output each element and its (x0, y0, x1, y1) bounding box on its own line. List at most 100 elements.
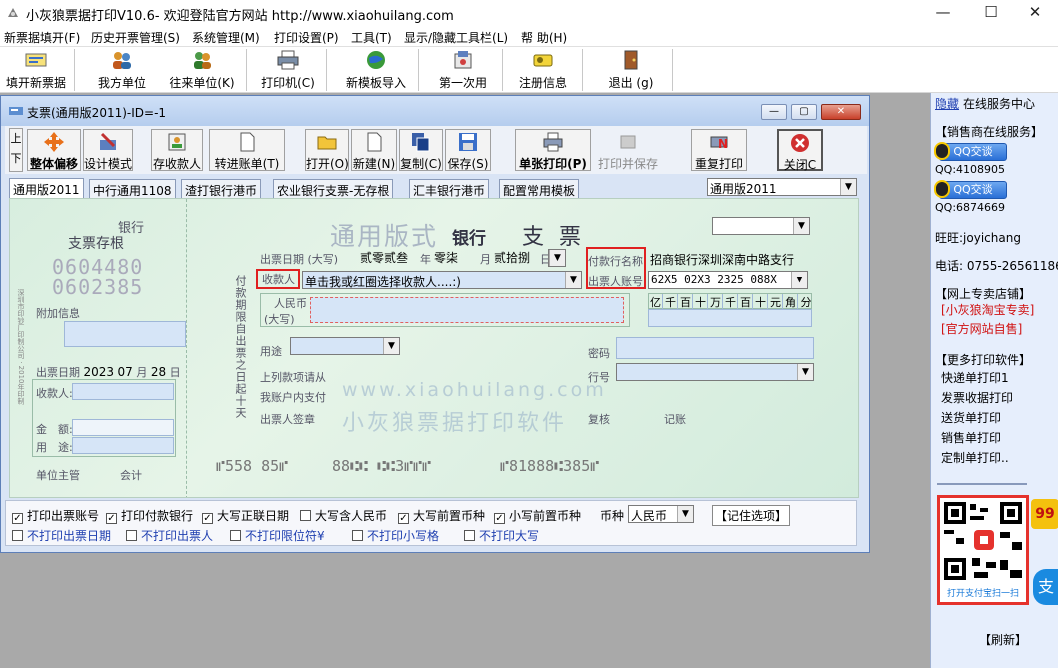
watermark-brand: 小灰狼票据打印软件 (342, 411, 568, 436)
amount-words-field[interactable] (310, 297, 624, 323)
new-button[interactable]: 新建(N) (351, 129, 397, 171)
hide-sidebar-link[interactable]: 隐藏 (935, 97, 959, 111)
option-no-print-drawer[interactable]: 不打印出票人 (126, 527, 213, 544)
minimize-button[interactable]: — (920, 0, 966, 26)
doc-minimize-button[interactable]: — (761, 104, 787, 120)
unit-cell: 十 (755, 294, 768, 310)
option-print-bank[interactable]: ✓ 打印付款银行 (106, 507, 193, 524)
menu-tools[interactable]: 工具(T) (351, 29, 392, 46)
above-amount-label: 上列款项请从 (260, 371, 326, 384)
password-label: 密码 (588, 347, 610, 360)
key-icon (532, 50, 554, 70)
copy-button[interactable]: 复制(C) (399, 129, 443, 171)
option-no-print-digits-grid[interactable]: 不打印小写格 (352, 527, 439, 544)
option-upper-with-rmb[interactable]: 大写含人民币 (300, 507, 387, 524)
chevron-down-icon: ▼ (793, 218, 809, 234)
checkbox: ✓ (106, 513, 117, 524)
software-link[interactable]: 送货单打印 (941, 409, 1001, 426)
stub-amount-field[interactable] (72, 419, 174, 436)
close-document-button[interactable]: 关闭C (777, 129, 823, 172)
daxie-label: (大写) (264, 313, 295, 326)
password-field[interactable] (616, 337, 814, 359)
option-no-print-limit-symbol[interactable]: 不打印限位符¥ (230, 527, 325, 544)
design-mode-label: 设计模式 (84, 157, 133, 171)
scroll-arrows[interactable]: 上 下 (9, 128, 23, 172)
to-deposit-slip-button[interactable]: 转进账单(T) (209, 129, 285, 171)
option-upper-date[interactable]: ✓ 大写正联日期 (202, 507, 289, 524)
offset-button[interactable]: 整体偏移 (27, 129, 81, 171)
my-company-button[interactable]: 我方单位 (90, 47, 154, 93)
tab-generic-2011[interactable]: 通用版2011 (9, 178, 84, 198)
date-year: 贰零贰叁 (360, 251, 409, 265)
menu-print-settings[interactable]: 打印设置(P) (274, 29, 339, 46)
save-payee-button[interactable]: 存收款人 (151, 129, 203, 171)
currency-select[interactable]: 人民币 ▼ (628, 505, 694, 523)
payment-period-note: 付款期限自出票之日起十天 (234, 275, 247, 419)
open-button[interactable]: 打开(O) (305, 129, 349, 171)
option-upper-currency-prefix[interactable]: ✓ 大写前置币种 (398, 507, 485, 524)
stub-use-field[interactable] (72, 437, 174, 454)
menu-toggle-toolbar[interactable]: 显示/隐藏工具栏(L) (404, 29, 508, 46)
exit-button[interactable]: 退出 (g) (596, 47, 666, 93)
stub-payee-field[interactable] (72, 383, 174, 400)
menu-help[interactable]: 帮 助(H) (521, 29, 567, 46)
new-bill-button[interactable]: 填开新票据 (2, 47, 70, 93)
menu-history[interactable]: 历史开票管理(S) (91, 29, 180, 46)
import-template-button[interactable]: 新模板导入 (338, 47, 414, 93)
taobao-shop-link[interactable]: [小灰狼淘宝专卖] (941, 301, 1034, 318)
register-button[interactable]: 注册信息 (510, 47, 576, 93)
amount-digits-field[interactable] (648, 309, 812, 327)
more-software-heading: 【更多打印软件】 (935, 353, 1032, 367)
qq-chat-button-1[interactable]: QQ交谈 (934, 142, 1007, 161)
save-button[interactable]: 保存(S) (445, 129, 491, 171)
header-select[interactable]: ▼ (712, 217, 810, 235)
date-picker[interactable]: ▼ (548, 249, 566, 267)
tab-common-templates[interactable]: 配置常用模板 (499, 179, 580, 198)
tab-standard-chartered-hkd[interactable]: 渣打银行港币 (181, 179, 262, 198)
payee-select[interactable]: 单击我或红圈选择收款人....:) ▼ (302, 271, 582, 289)
design-mode-button[interactable]: 设计模式 (83, 129, 133, 171)
tab-boc-1108[interactable]: 中行通用1108 (89, 179, 176, 198)
purpose-select[interactable]: ▼ (290, 337, 400, 355)
menu-system[interactable]: 系统管理(M) (192, 29, 260, 46)
refresh-button[interactable]: 【刷新】 (979, 631, 1027, 648)
doc-close-button[interactable]: ✕ (821, 104, 861, 120)
close-circle-icon (790, 133, 810, 153)
software-link[interactable]: 发票收据打印 (941, 389, 1013, 406)
remember-options-button[interactable]: 【记住选项】 (712, 505, 791, 526)
stub-extra-field[interactable] (64, 321, 186, 347)
cheque-document-window: 支票(通用版2011)-ID=-1 — ▢ ✕ 上 下 整体偏移 设计模式 存收… (0, 95, 870, 553)
contacts-button[interactable]: 往来单位(K) (164, 47, 240, 93)
tab-agri-bank-nostub[interactable]: 农业银行支票-无存根 (273, 179, 394, 198)
first-use-button[interactable]: 第一次用 (428, 47, 498, 93)
template-select[interactable]: 通用版2011 ▼ (707, 178, 857, 196)
menu-new-bill[interactable]: 新票据填开(F) (4, 29, 80, 46)
bank-no-select[interactable]: ▼ (616, 363, 814, 381)
software-link[interactable]: 快递单打印1 (941, 369, 1009, 386)
stub-serial-2: 06023​85 (52, 275, 144, 299)
chevron-down-icon: ▼ (677, 506, 693, 522)
software-link[interactable]: 销售单打印 (941, 429, 1001, 446)
account-select[interactable]: 62X5 02X3 2325 088X ▼ (648, 271, 808, 289)
tab-hsbc-hkd[interactable]: 汇丰银行港币 (409, 179, 490, 198)
stub-day: 28 (150, 365, 167, 379)
maximize-button[interactable]: ☐ (968, 0, 1014, 26)
official-site-link[interactable]: [官方网站自售] (941, 320, 1022, 337)
option-no-print-date[interactable]: 不打印出票日期 (12, 527, 111, 544)
move-up-button[interactable]: 上 (10, 129, 22, 149)
close-window-button[interactable]: ✕ (1012, 0, 1058, 26)
software-link[interactable]: 定制单打印.. (941, 449, 1009, 466)
option-no-print-upper[interactable]: 不打印大写 (464, 527, 539, 544)
stub-amount-label: 金 额: (36, 423, 73, 436)
move-down-button[interactable]: 下 (10, 149, 22, 169)
single-print-button[interactable]: 单张打印(P) (515, 129, 591, 171)
option-lower-currency-prefix[interactable]: ✓ 小写前置币种 (494, 507, 581, 524)
doc-restore-button[interactable]: ▢ (791, 104, 817, 120)
import-template-label: 新模板导入 (345, 76, 406, 90)
print-and-save-button[interactable]: 打印并保存 (595, 129, 661, 171)
repeat-print-button[interactable]: N 重复打印 (691, 129, 747, 171)
option-print-account[interactable]: ✓ 打印出票账号 (12, 507, 99, 524)
new-bill-label: 填开新票据 (5, 76, 66, 90)
qq-chat-button-2[interactable]: QQ交谈 (934, 180, 1007, 199)
printer-button[interactable]: 打印机(C) (254, 47, 322, 93)
